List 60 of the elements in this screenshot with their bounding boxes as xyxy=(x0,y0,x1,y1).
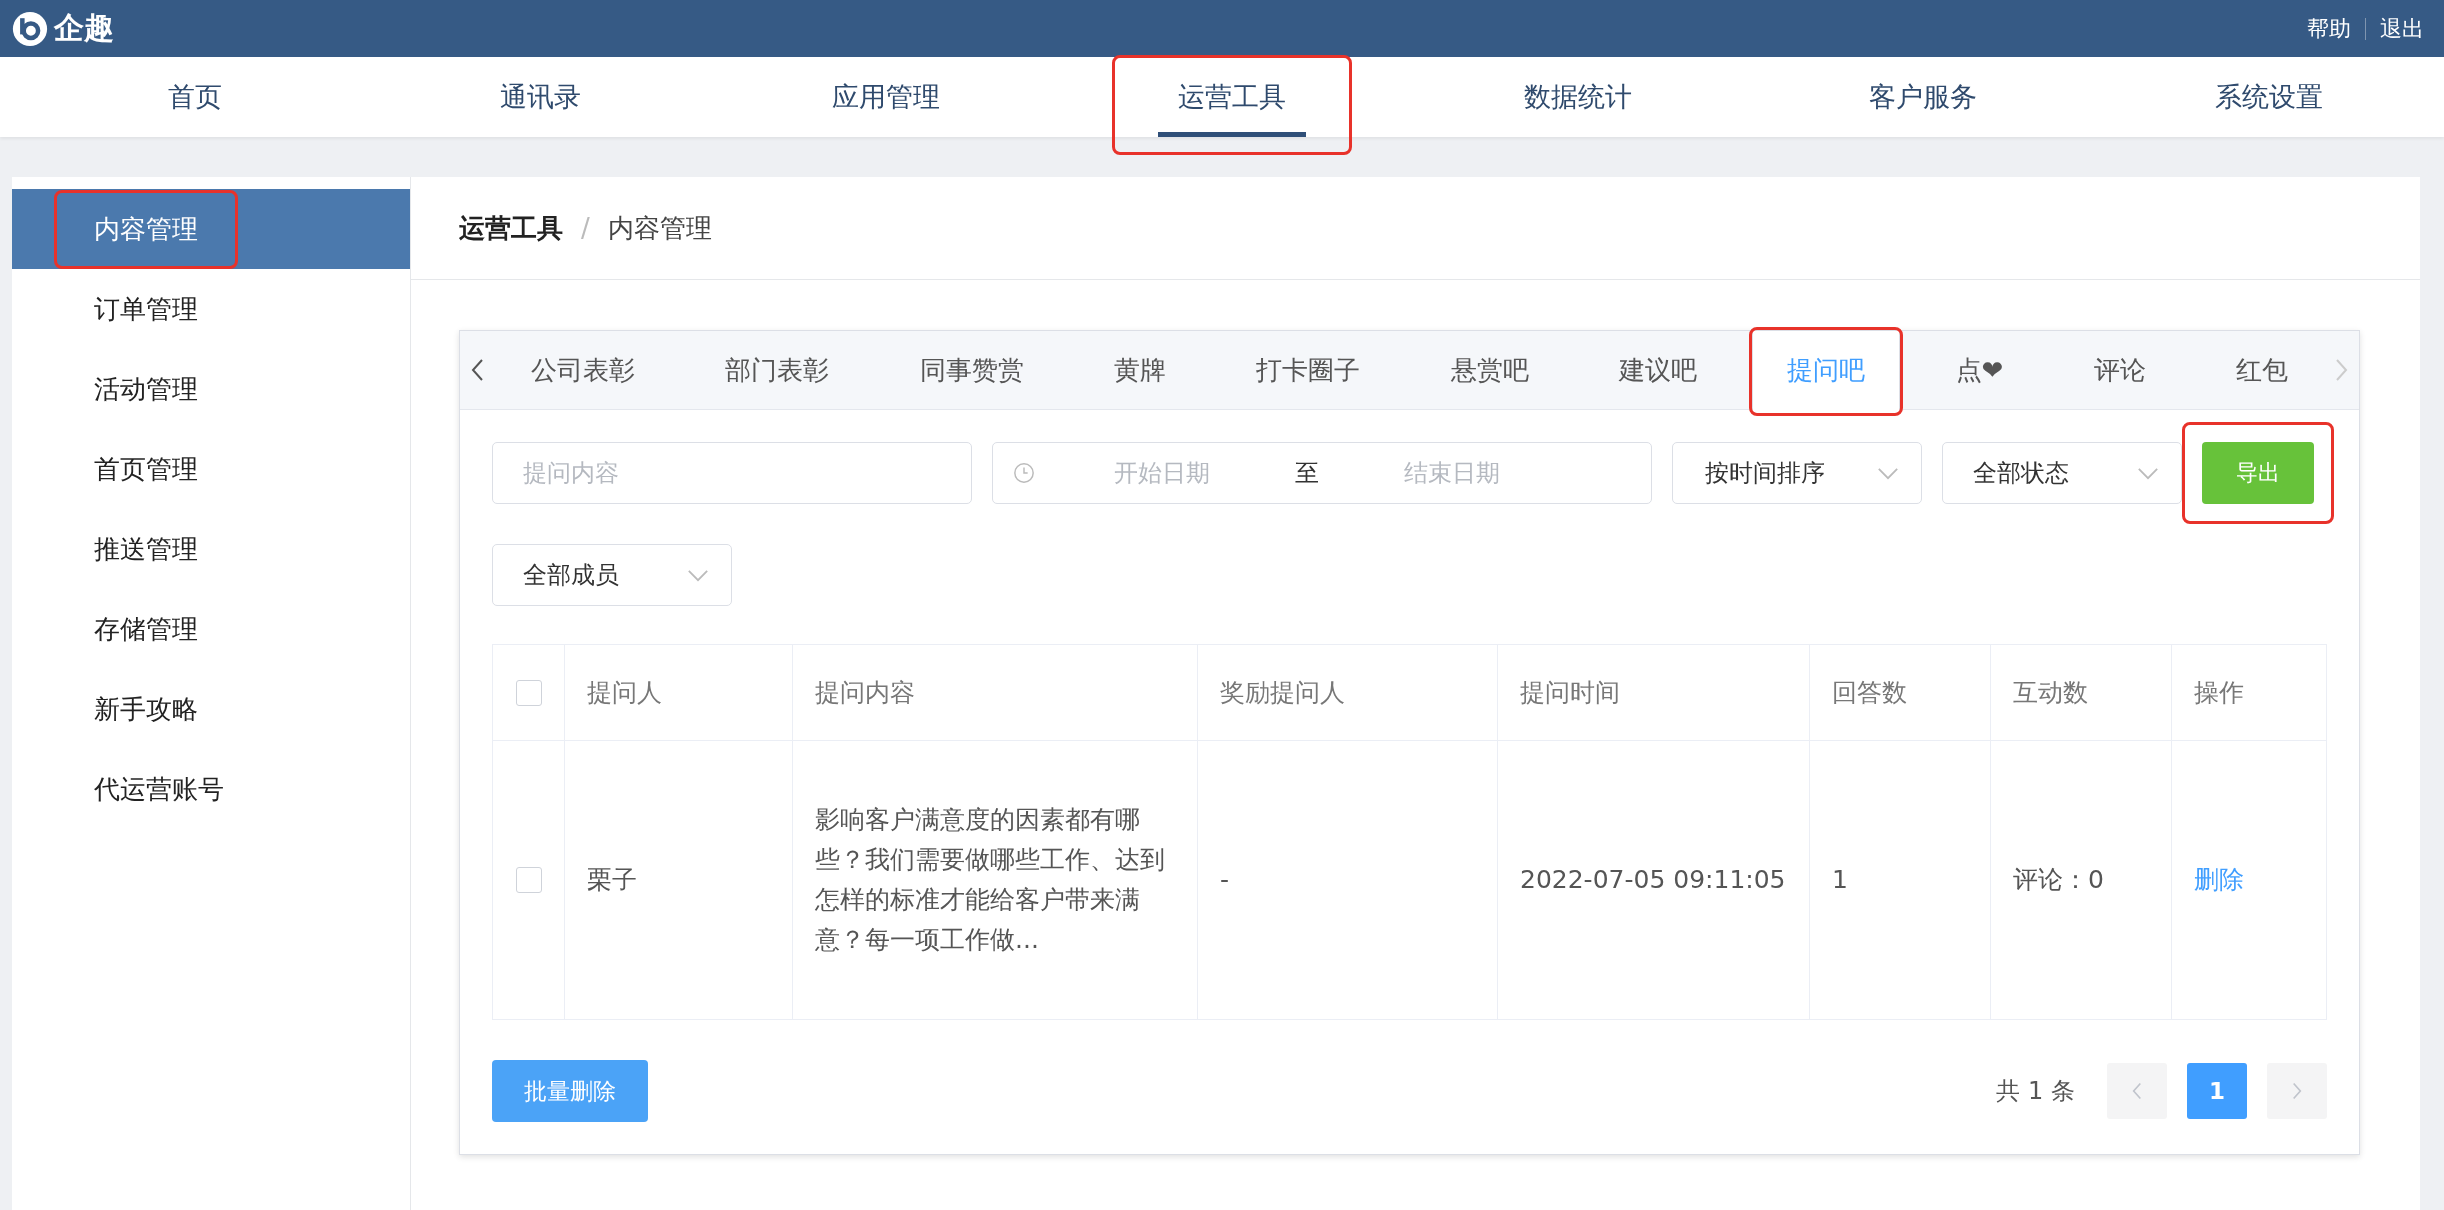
table-cell: 1 xyxy=(1810,741,1991,1019)
chevron-right-icon xyxy=(2291,1081,2303,1101)
column-header: 提问人 xyxy=(565,645,793,740)
table-cell: - xyxy=(1198,741,1498,1019)
column-header: 回答数 xyxy=(1810,645,1991,740)
sidebar-item[interactable]: 新手攻略 xyxy=(12,669,410,749)
sidebar-item[interactable]: 首页管理 xyxy=(12,429,410,509)
sidebar-item[interactable]: 代运营账号 xyxy=(12,749,410,829)
dropdown-select[interactable]: 按时间排序 xyxy=(1672,442,1922,504)
sidebar-item[interactable]: 存储管理 xyxy=(12,589,410,669)
date-range-field[interactable]: 开始日期 至 结束日期 xyxy=(992,442,1652,504)
column-header: 操作 xyxy=(2193,676,2245,709)
clock-icon xyxy=(1013,462,1035,484)
range-separator: 至 xyxy=(1294,458,1320,489)
column-header: 奖励提问人 xyxy=(1198,645,1498,740)
sidebar-item[interactable]: 活动管理 xyxy=(12,349,410,429)
tab[interactable]: 点❤ xyxy=(1920,331,2039,409)
checkbox[interactable] xyxy=(515,867,542,893)
nav-tab[interactable]: 首页 xyxy=(148,57,242,137)
breadcrumb-item: 内容管理 xyxy=(607,211,712,245)
tab[interactable]: 打卡圈子 xyxy=(1221,331,1396,409)
tab[interactable]: 红包 xyxy=(2200,331,2323,409)
nav-tab[interactable]: 应用管理 xyxy=(812,57,961,137)
column-header: 提问时间 xyxy=(1498,645,1810,740)
logo-icon xyxy=(12,10,48,47)
table-cell: 栗子 xyxy=(565,741,793,1019)
chevron-left-icon xyxy=(2131,1081,2143,1101)
sidebar-item[interactable]: 推送管理 xyxy=(12,509,410,589)
tab[interactable]: 部门表彰 xyxy=(690,331,865,409)
table-cell: 影响客户满意度的因素都有哪些？我们需要做哪些工作、达到怎样的标准才能给客户带来满意？每一项工作做... xyxy=(793,741,1198,1019)
tab[interactable]: 建议吧 xyxy=(1583,331,1732,409)
nav-tab[interactable]: 客户服务 xyxy=(1849,57,1998,137)
breadcrumb-item[interactable]: 运营工具 xyxy=(459,210,563,246)
table-cell: 评论：0 xyxy=(1991,741,2172,1019)
nav-tab[interactable]: 运营工具 xyxy=(1157,57,1306,137)
total-count: 共 1 条 xyxy=(1996,1076,2075,1107)
chevron-down-icon xyxy=(2137,466,2159,480)
tab[interactable]: 黄牌 xyxy=(1078,331,1201,409)
search-field[interactable]: 提问内容 xyxy=(492,442,972,504)
tab[interactable]: 评论 xyxy=(2058,331,2181,409)
nav-tab[interactable]: 系统设置 xyxy=(2194,57,2343,137)
breadcrumb-separator: / xyxy=(581,213,590,243)
table-cell: 2022-07-05 09:11:05 xyxy=(1498,741,1810,1019)
nav-tab[interactable]: 数据统计 xyxy=(1503,57,1652,137)
brand-name: 企趣 xyxy=(54,9,114,47)
top-link[interactable]: 帮助 xyxy=(2307,13,2351,44)
dropdown-select[interactable]: 全部成员 xyxy=(492,544,732,606)
tab[interactable]: 公司表彰 xyxy=(496,331,670,409)
sidebar-item[interactable]: 内容管理 xyxy=(12,189,410,269)
sidebar-item[interactable]: 订单管理 xyxy=(12,269,410,349)
column-header: 提问内容 xyxy=(793,645,1198,740)
checkbox[interactable] xyxy=(515,679,542,706)
chevron-down-icon xyxy=(687,568,709,582)
chevron-down-icon xyxy=(1877,466,1899,480)
column-header: 互动数 xyxy=(1991,645,2172,740)
nav-tab[interactable]: 通讯录 xyxy=(480,57,602,137)
top-link[interactable]: 退出 xyxy=(2380,13,2424,44)
tab[interactable]: 悬赏吧 xyxy=(1415,331,1564,409)
tab[interactable]: 同事赞赏 xyxy=(884,331,1059,409)
dropdown-select[interactable]: 全部状态 xyxy=(1942,442,2182,504)
